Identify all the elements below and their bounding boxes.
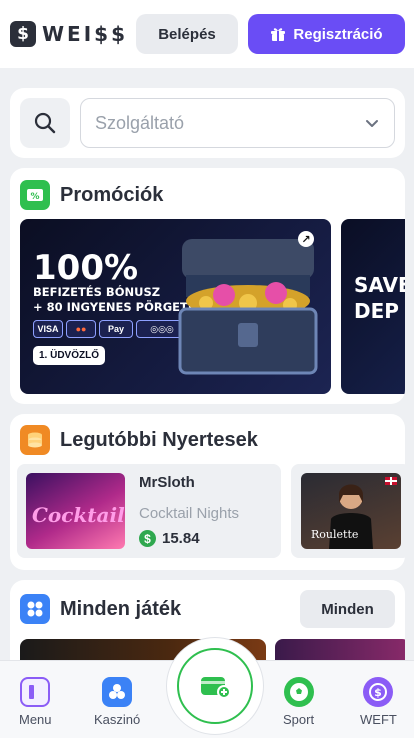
- promo-headline: 100%: [33, 248, 139, 288]
- apple-pay-icon: Pay: [99, 320, 133, 338]
- promo-line-1: BEFIZETÉS BÓNUSZ: [33, 285, 161, 299]
- logo-text: WEI$$: [42, 22, 128, 46]
- all-games-button[interactable]: Minden: [300, 590, 395, 628]
- chevron-down-icon: [366, 120, 378, 127]
- svg-text:%: %: [30, 192, 39, 202]
- treasure-chest-icon: [178, 239, 318, 375]
- weft-coin-icon: $: [363, 677, 394, 707]
- wallet-icon: [201, 677, 231, 699]
- search-filter-card: Szolgáltató: [10, 88, 405, 158]
- winner-amount-value: 15.84: [162, 530, 200, 547]
- visa-icon: VISA: [33, 320, 63, 338]
- cashier-button[interactable]: [166, 637, 264, 735]
- casino-chips-icon: [102, 677, 133, 707]
- top-header: $ WEI$$ Belépés Regisztráció: [0, 0, 414, 68]
- nav-menu-label: Menu: [19, 712, 52, 727]
- search-icon: [34, 112, 56, 134]
- promo-tag: 1. ÜDVÖZLŐ: [33, 346, 106, 365]
- payment-methods: VISA ●● Pay ◎◎◎: [33, 320, 188, 338]
- coin-stack-icon: [20, 425, 50, 455]
- promotions-section: % Promóciók 100% BEFIZETÉS BÓNUSZ + 80 I…: [10, 168, 405, 404]
- grid-icon: [20, 594, 50, 624]
- nav-casino[interactable]: Kaszinó: [94, 677, 140, 727]
- winner-game-name: Cocktail Nights: [139, 505, 240, 522]
- expand-icon[interactable]: ↗: [298, 231, 314, 247]
- all-games-heading: Minden játék: [20, 594, 181, 624]
- recent-winners-heading: Legutóbbi Nyertesek: [20, 425, 258, 455]
- soccer-ball-icon: [283, 677, 314, 707]
- promo-banner-welcome[interactable]: 100% BEFIZETÉS BÓNUSZ + 80 INGYENES PÖRG…: [20, 219, 331, 394]
- winner-player-name: MrSloth: [139, 474, 195, 491]
- winner-item[interactable]: Roulette: [291, 464, 405, 558]
- winner-amount: $ 15.84: [139, 530, 200, 547]
- game-thumbnail: Cocktail: [26, 473, 125, 549]
- svg-text:$: $: [375, 686, 383, 699]
- all-games-title: Minden játék: [60, 597, 182, 620]
- nav-weft[interactable]: $ WEFT: [360, 677, 397, 727]
- promo-ticket-icon: %: [20, 180, 50, 210]
- login-button[interactable]: Belépés: [136, 14, 238, 54]
- menu-icon: [20, 677, 51, 707]
- register-label: Regisztráció: [293, 25, 383, 43]
- gift-icon: [271, 28, 286, 41]
- nav-menu[interactable]: Menu: [19, 677, 52, 727]
- register-button[interactable]: Regisztráció: [248, 14, 405, 54]
- promo-banner-next[interactable]: SAVE DEP: [341, 219, 405, 394]
- nav-weft-label: WEFT: [360, 712, 397, 727]
- promotions-title: Promóciók: [60, 183, 164, 206]
- promotions-heading: % Promóciók: [20, 180, 163, 210]
- cashier-button-ring: [177, 648, 253, 724]
- provider-select-placeholder: Szolgáltató: [95, 112, 185, 133]
- logo-mark-icon: $: [10, 21, 36, 47]
- roulette-label: Roulette: [311, 528, 359, 541]
- nav-sport-label: Sport: [283, 712, 315, 727]
- promo2-line-2: DEP: [354, 299, 399, 323]
- nav-sport[interactable]: Sport: [283, 677, 314, 727]
- mastercard-icon: ●●: [66, 320, 96, 338]
- recent-winners-title: Legutóbbi Nyertesek: [60, 428, 258, 451]
- search-button[interactable]: [20, 98, 70, 148]
- weiss-logo[interactable]: $ WEI$$: [10, 21, 128, 47]
- game-thumbnail-logo: Cocktail: [32, 503, 125, 527]
- recent-winners-section: Legutóbbi Nyertesek Cocktail MrSloth Coc…: [10, 414, 405, 570]
- dollar-icon: $: [139, 530, 156, 547]
- provider-select[interactable]: Szolgáltató: [80, 98, 395, 148]
- game-thumbnail: Roulette: [301, 473, 401, 549]
- nav-casino-label: Kaszinó: [94, 712, 141, 727]
- promo2-line-1: SAVE: [354, 273, 405, 297]
- winner-item[interactable]: Cocktail MrSloth Cocktail Nights $ 15.84: [17, 464, 281, 558]
